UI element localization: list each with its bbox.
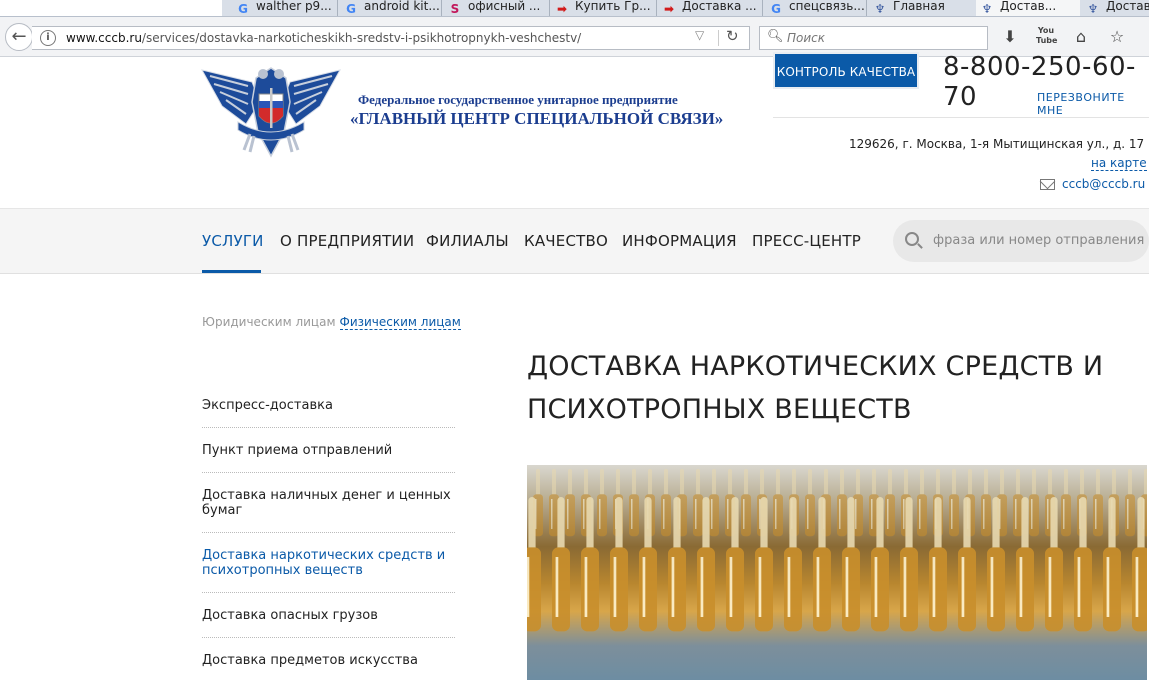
browser-toolbar: ← i www.cccb.ru/services/dostavka-narkot… [0,17,1149,57]
download-icon[interactable]: ⬇ [1000,26,1020,48]
services-side-menu: Экспресс-доставка Пункт приема отправлен… [202,383,455,680]
search-icon [905,232,919,246]
main-navigation: УСЛУГИ О ПРЕДПРИЯТИИ ФИЛИАЛЫ КАЧЕСТВО ИН… [0,208,1149,274]
redacted-area [0,0,222,16]
side-menu-item-active[interactable]: Доставка наркотических средств и психотр… [202,533,455,593]
browser-search-input[interactable]: 🔍︎ Поиск [759,26,988,50]
chevron-down-icon[interactable]: ▽ [695,28,704,42]
browser-tab[interactable]: ➡ Доставка ... [658,0,762,16]
info-icon[interactable]: i [40,30,56,46]
tab-separator [337,0,338,16]
nav-item-services[interactable]: УСЛУГИ [202,232,264,250]
side-menu-item[interactable]: Пункт приема отправлений [202,428,455,473]
tab-separator [656,0,657,16]
site-search-input[interactable]: фраза или номер отправления [893,220,1149,262]
arrow-icon: ➡ [556,2,568,16]
google-icon: G [771,2,781,16]
eagle-emblem-logo[interactable] [200,64,342,160]
tab-separator [441,0,442,16]
search-icon: 🔍︎ [767,29,784,44]
page-title: ДОСТАВКА НАРКОТИЧЕСКИХ СРЕДСТВ И ПСИХОТР… [527,351,1104,425]
side-menu-item[interactable]: Экспресс-доставка [202,383,455,428]
nav-item-information[interactable]: ИНФОРМАЦИЯ [622,232,737,250]
side-menu-item[interactable]: Доставка наличных денег и ценных бумаг [202,473,455,533]
nav-item-press-center[interactable]: ПРЕСС-ЦЕНТР [752,232,861,250]
nav-item-about[interactable]: О ПРЕДПРИЯТИИ [280,232,414,250]
organization-name: «ГЛАВНЫЙ ЦЕНТР СПЕЦИАЛЬНОЙ СВЯЗИ» [350,109,724,128]
eagle-icon: ♆ [981,2,993,16]
browser-tab[interactable]: Sофисный ... [444,0,548,16]
eagle-icon: ♆ [874,2,886,16]
tab-separator [549,0,550,16]
browser-tab[interactable]: Gwalther p9... [232,0,340,16]
ampoules-image [527,469,1147,632]
legal-entities-tab[interactable]: Юридическим лицам [202,315,336,329]
address-text: 129626, г. Москва, 1-я Мытищинская ул., … [849,137,1145,151]
arrow-icon: ➡ [663,2,675,16]
side-menu-item[interactable]: Доставка предметов искусства [202,638,455,680]
url-text[interactable]: www.cccb.ru/services/dostavka-narkotiche… [66,31,581,45]
bookmark-star-icon[interactable]: ☆ [1107,26,1127,48]
quality-control-button[interactable]: КОНТРОЛЬ КАЧЕСТВА [773,52,919,89]
side-menu-item[interactable]: Доставка опасных грузов [202,593,455,638]
browser-tab[interactable]: Gandroid kit... [340,0,442,16]
tab-separator [866,0,867,16]
organization-subtitle: Федеральное государственное унитарное пр… [358,92,678,107]
envelope-icon [1040,179,1055,190]
nav-item-branches[interactable]: ФИЛИАЛЫ [426,232,509,250]
google-icon: G [238,2,248,16]
google-icon: G [346,2,356,16]
active-nav-indicator [202,270,261,273]
email-link[interactable]: cccb@cccb.ru [1062,177,1145,191]
reload-icon[interactable]: ↻ [726,27,739,45]
back-button[interactable]: ← [5,23,33,51]
browser-tab-active[interactable]: ♆ Достав... [976,0,1080,16]
s-icon: S [450,2,460,16]
home-icon[interactable]: ⌂ [1071,26,1091,48]
ampoules-photo [527,465,1147,680]
divider [718,30,719,46]
client-type-switch: Юридическим лицам Физическим лицам [202,315,461,330]
map-link[interactable]: на карте [1091,156,1147,171]
header-divider [773,117,1149,118]
eagle-icon: ♆ [1087,2,1099,16]
browser-tab-bar: Gwalther p9... Gandroid kit... Sофисный … [0,0,1149,17]
address-bar[interactable]: i www.cccb.ru/services/dostavka-narkotic… [32,26,750,50]
browser-tab[interactable]: ➡ Купить Гр... [551,0,653,16]
individuals-tab[interactable]: Физическим лицам [339,315,461,330]
callback-link[interactable]: ПЕРЕЗВОНИТЕ МНЕ [1037,91,1149,118]
nav-item-quality[interactable]: КАЧЕСТВО [524,232,608,250]
youtube-icon[interactable]: You Tube [1036,26,1057,48]
arrow-left-icon: ← [11,26,27,47]
browser-tab[interactable]: Gспецсвязь... [765,0,867,16]
tab-separator [762,0,763,16]
browser-tab[interactable]: ♆ Главная [869,0,973,16]
browser-tab[interactable]: ♆ Достав [1082,0,1149,16]
